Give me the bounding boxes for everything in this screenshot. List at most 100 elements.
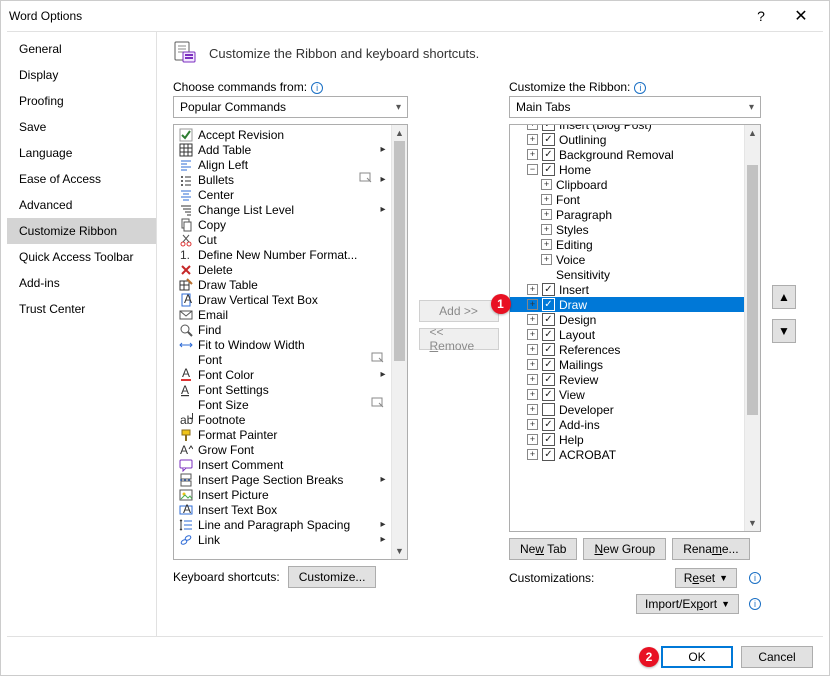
command-item[interactable]: ab1Footnote [174,412,391,427]
tree-item[interactable]: +✓Insert [510,282,744,297]
command-item[interactable]: Font Size [174,397,391,412]
commands-listbox[interactable]: Accept RevisionAdd Table▸Align LeftBulle… [173,124,408,560]
sidebar-item-trust-center[interactable]: Trust Center [7,296,156,322]
tree-item[interactable]: +✓ACROBAT [510,447,744,462]
tree-expander[interactable]: + [527,389,538,400]
new-group-button[interactable]: New Group [583,538,666,560]
tree-item[interactable]: +✓View [510,387,744,402]
tree-item[interactable]: +Paragraph [510,207,744,222]
tree-expander[interactable]: + [527,419,538,430]
tree-item[interactable]: +Font [510,192,744,207]
command-item[interactable]: Font [174,352,391,367]
tree-checkbox[interactable]: ✓ [542,133,555,146]
command-item[interactable]: Cut [174,232,391,247]
tree-expander[interactable]: + [527,329,538,340]
command-item[interactable]: Insert Comment [174,457,391,472]
tree-item[interactable]: +✓Review [510,372,744,387]
tree-expander[interactable]: + [527,344,538,355]
command-item[interactable]: Align Left [174,157,391,172]
tree-expander[interactable]: + [527,404,538,415]
ok-button[interactable]: OK [661,646,733,668]
customize-ribbon-dropdown[interactable]: Main Tabs [509,96,761,118]
command-item[interactable]: ADraw Vertical Text Box [174,292,391,307]
scrollbar[interactable]: ▲ ▼ [391,125,407,559]
cancel-button[interactable]: Cancel [741,646,813,668]
sidebar-item-customize-ribbon[interactable]: Customize Ribbon [7,218,156,244]
customize-shortcuts-button[interactable]: Customize... [288,566,377,588]
scroll-thumb[interactable] [394,141,405,361]
tree-checkbox[interactable]: ✓ [542,283,555,296]
sidebar-item-add-ins[interactable]: Add-ins [7,270,156,296]
rename-button[interactable]: Rename... [672,538,749,560]
tree-expander[interactable] [541,269,552,280]
tree-checkbox[interactable]: ✓ [542,298,555,311]
command-item[interactable]: Insert Picture [174,487,391,502]
tree-expander[interactable]: + [541,194,552,205]
ribbon-tree[interactable]: +✓Insert (Blog Post)+✓Outlining+✓Backgro… [509,124,761,532]
tree-expander[interactable]: + [527,449,538,460]
command-item[interactable]: Format Painter [174,427,391,442]
scroll-up-arrow[interactable]: ▲ [745,125,760,141]
tree-checkbox[interactable]: ✓ [542,148,555,161]
info-icon[interactable]: i [749,572,761,584]
command-item[interactable]: Insert Page Section Breaks▸ [174,472,391,487]
scroll-down-arrow[interactable]: ▼ [745,515,760,531]
tree-expander[interactable]: + [527,125,538,130]
tree-checkbox[interactable]: ✓ [542,328,555,341]
import-export-button[interactable]: Import/Export▼ [636,594,739,614]
tree-checkbox[interactable]: ✓ [542,433,555,446]
tree-checkbox[interactable]: ✓ [542,388,555,401]
tree-checkbox[interactable] [542,403,555,416]
tree-item[interactable]: +Developer [510,402,744,417]
tree-checkbox[interactable]: ✓ [542,163,555,176]
tree-item[interactable]: +✓Background Removal [510,147,744,162]
tree-expander[interactable]: + [527,359,538,370]
tree-expander[interactable]: + [527,149,538,160]
close-button[interactable]: ✕ [781,6,821,26]
tree-expander[interactable]: + [527,314,538,325]
command-item[interactable]: Email [174,307,391,322]
command-item[interactable]: Change List Level▸ [174,202,391,217]
sidebar-item-display[interactable]: Display [7,62,156,88]
tree-expander[interactable]: + [527,134,538,145]
tree-item[interactable]: +Voice [510,252,744,267]
tree-checkbox[interactable]: ✓ [542,448,555,461]
tree-checkbox[interactable]: ✓ [542,358,555,371]
tree-item[interactable]: +Clipboard [510,177,744,192]
scroll-down-arrow[interactable]: ▼ [392,543,407,559]
tree-item[interactable]: −✓Home [510,162,744,177]
command-item[interactable]: Add Table▸ [174,142,391,157]
tree-item[interactable]: +✓Design [510,312,744,327]
scroll-up-arrow[interactable]: ▲ [392,125,407,141]
command-item[interactable]: Copy [174,217,391,232]
tree-item[interactable]: +Styles [510,222,744,237]
tree-checkbox[interactable]: ✓ [542,418,555,431]
info-icon[interactable]: i [749,598,761,610]
tree-item[interactable]: +✓Draw [510,297,744,312]
info-icon[interactable]: i [634,82,646,94]
tree-expander[interactable]: + [527,299,538,310]
tree-expander[interactable]: + [541,179,552,190]
tree-expander[interactable]: + [541,239,552,250]
tree-item[interactable]: +✓Layout [510,327,744,342]
tree-checkbox[interactable]: ✓ [542,373,555,386]
tree-expander[interactable]: + [541,254,552,265]
command-item[interactable]: AFont Color▸ [174,367,391,382]
tree-item[interactable]: +✓Insert (Blog Post) [510,125,744,132]
tree-item[interactable]: +Editing [510,237,744,252]
sidebar-item-general[interactable]: General [7,36,156,62]
tree-expander[interactable]: − [527,164,538,175]
tree-item[interactable]: +✓Mailings [510,357,744,372]
command-item[interactable]: Fit to Window Width [174,337,391,352]
command-item[interactable]: Find [174,322,391,337]
sidebar-item-save[interactable]: Save [7,114,156,140]
command-item[interactable]: Draw Table [174,277,391,292]
sidebar-item-advanced[interactable]: Advanced [7,192,156,218]
tree-item[interactable]: +✓Help [510,432,744,447]
command-item[interactable]: Link▸ [174,532,391,547]
command-item[interactable]: AFont Settings [174,382,391,397]
tree-item[interactable]: +✓References [510,342,744,357]
scroll-thumb[interactable] [747,165,758,415]
sidebar-item-quick-access-toolbar[interactable]: Quick Access Toolbar [7,244,156,270]
choose-commands-dropdown[interactable]: Popular Commands [173,96,408,118]
